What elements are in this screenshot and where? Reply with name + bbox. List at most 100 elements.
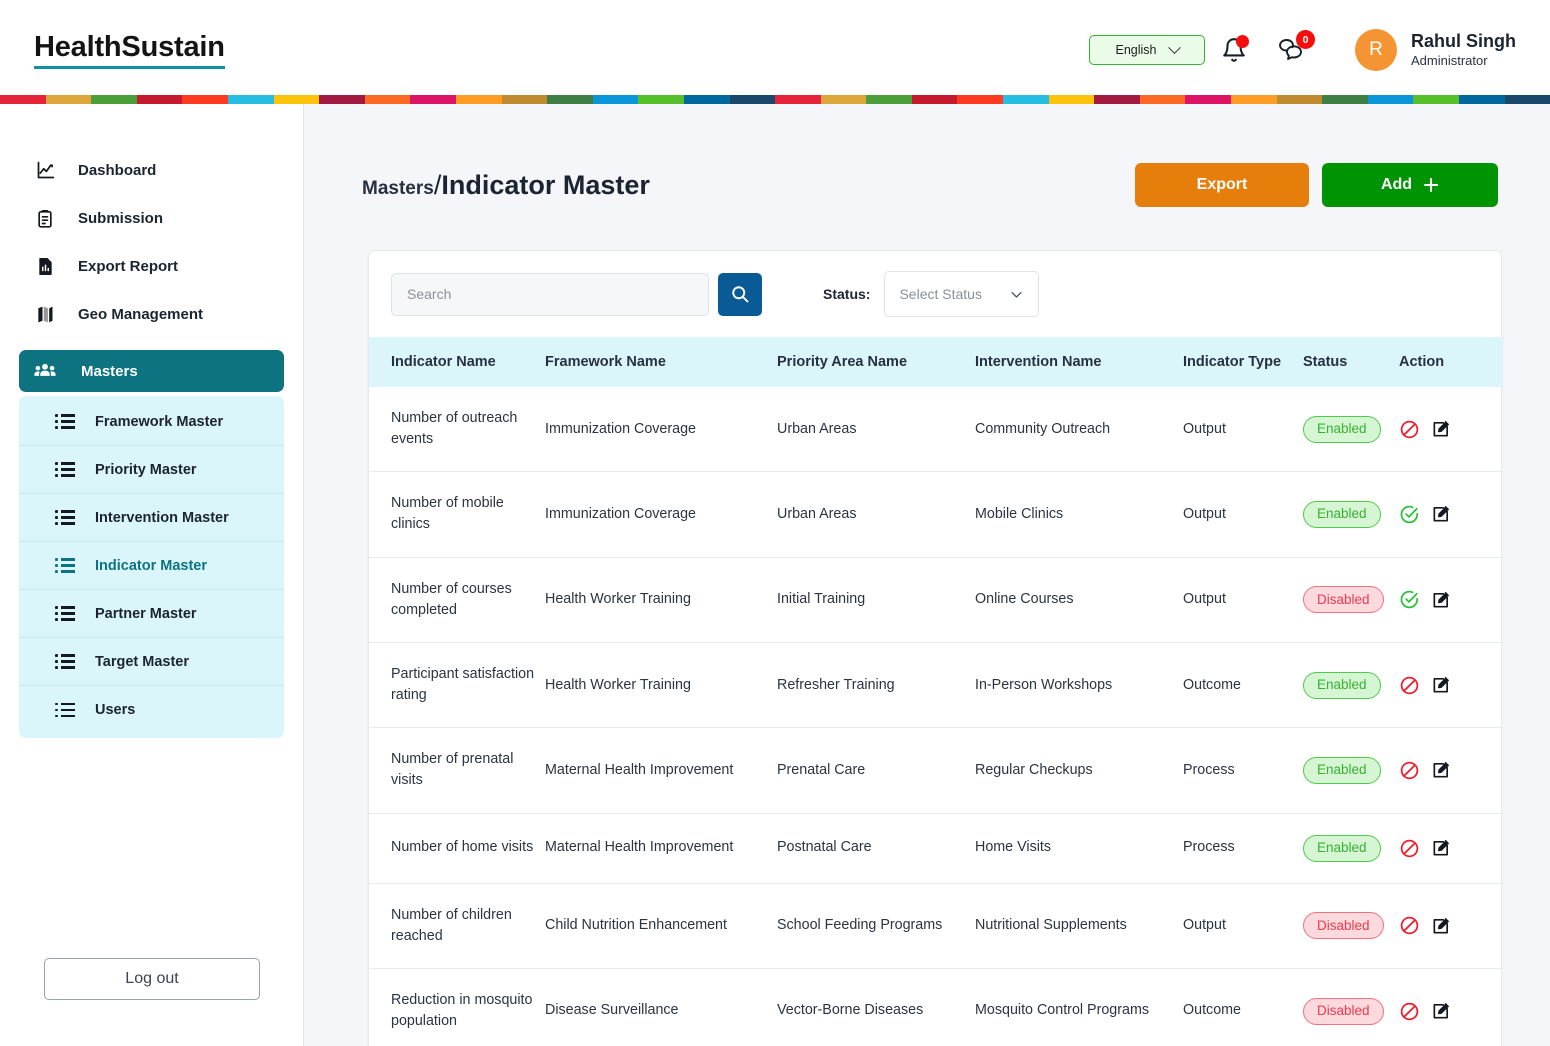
toggle-status-action[interactable]	[1399, 1001, 1420, 1022]
breadcrumb: Masters / Indicator Master	[362, 170, 650, 201]
messages-badge: 0	[1296, 30, 1315, 49]
logout-button[interactable]: Log out	[44, 958, 260, 1000]
edit-action[interactable]	[1431, 838, 1451, 858]
table-row: Number of prenatal visits Maternal Health…	[369, 727, 1503, 814]
toggle-status-action[interactable]	[1399, 760, 1420, 781]
notifications-button[interactable]	[1205, 24, 1263, 76]
edit-action[interactable]	[1431, 916, 1451, 936]
cell-indicator: Participant satisfaction rating	[369, 641, 545, 728]
column-header: Action	[1399, 337, 1503, 387]
cell-intervention: Regular Checkups	[975, 727, 1183, 814]
cell-action	[1399, 556, 1503, 643]
cell-priority: Prenatal Care	[777, 727, 975, 814]
sidebar-item-label: Export Report	[78, 257, 179, 275]
column-header: Status	[1303, 337, 1399, 387]
sidebar-item-label: Dashboard	[78, 161, 157, 179]
toggle-status-action[interactable]	[1399, 504, 1420, 525]
sidebar-subitem-partner-master[interactable]: Partner Master	[19, 590, 284, 638]
cell-framework: Immunization Coverage	[545, 471, 777, 558]
column-header: Indicator Type	[1183, 337, 1303, 387]
user-info[interactable]: Rahul Singh Administrator	[1411, 30, 1516, 69]
sidebar-item-label: Geo Management	[78, 305, 204, 323]
search-input[interactable]	[391, 272, 709, 316]
edit-action[interactable]	[1431, 419, 1451, 439]
column-header: Priority Area Name	[777, 337, 975, 387]
toggle-status-action[interactable]	[1399, 589, 1420, 610]
report-bars-icon	[34, 256, 56, 277]
toggle-status-action[interactable]	[1399, 419, 1420, 440]
sidebar-subitem-intervention-master[interactable]: Intervention Master	[19, 494, 284, 542]
toggle-status-action[interactable]	[1399, 838, 1420, 859]
cell-priority: Refresher Training	[777, 641, 975, 728]
cell-action	[1399, 812, 1503, 884]
cell-indicator: Number of home visits	[369, 812, 545, 884]
sidebar-subitem-target-master[interactable]: Target Master	[19, 638, 284, 686]
avatar[interactable]: R	[1355, 29, 1397, 71]
language-selector[interactable]: English	[1089, 35, 1205, 65]
export-button-label: Export	[1196, 176, 1248, 193]
sidebar-subitem-framework-master[interactable]: Framework Master	[19, 398, 284, 446]
sdg-stripe-segment	[1048, 95, 1095, 104]
sidebar-subitem-priority-master[interactable]: Priority Master	[19, 446, 284, 494]
filter-bar: Status: Select Status	[369, 251, 1501, 337]
sidebar-item-export-report[interactable]: Export Report	[0, 242, 303, 290]
row-actions	[1399, 915, 1503, 936]
sidebar: Dashboard Submission Export Report Geo M…	[0, 104, 304, 1046]
row-actions	[1399, 760, 1503, 781]
sdg-stripe-segment	[1231, 95, 1277, 104]
edit-action[interactable]	[1431, 1001, 1451, 1021]
edit-action[interactable]	[1431, 504, 1451, 524]
list-lines-icon	[55, 510, 75, 525]
plus-icon	[1423, 177, 1439, 193]
edit-action[interactable]	[1431, 590, 1451, 610]
sdg-stripe-segment	[1094, 95, 1140, 104]
sdg-stripe-segment	[911, 95, 958, 104]
search-button[interactable]	[718, 272, 762, 316]
cell-action	[1399, 387, 1503, 472]
edit-action[interactable]	[1431, 675, 1451, 695]
row-actions	[1399, 838, 1503, 859]
cell-type: Process	[1183, 727, 1303, 814]
sidebar-item-submission[interactable]: Submission	[0, 194, 303, 242]
sidebar-subitem-users[interactable]: Users	[19, 686, 284, 734]
header-right-cluster: English 0 R Rahul Singh Administrator	[1089, 0, 1516, 100]
sidebar-item-geo-management[interactable]: Geo Management	[0, 290, 303, 338]
toggle-status-action[interactable]	[1399, 675, 1420, 696]
toggle-status-action[interactable]	[1399, 915, 1420, 936]
sidebar-subitem-label: Priority Master	[95, 461, 197, 478]
cell-status: Enabled	[1303, 387, 1399, 472]
edit-square-icon	[1433, 840, 1449, 856]
status-badge: Enabled	[1303, 500, 1381, 528]
sidebar-item-masters[interactable]: Masters	[19, 350, 284, 392]
status-filter-select[interactable]: Select Status	[884, 271, 1040, 317]
sidebar-subitem-indicator-master[interactable]: Indicator Master	[19, 542, 284, 590]
sdg-stripe-segment	[1504, 95, 1550, 104]
sdg-stripe-segment	[820, 95, 867, 104]
brand-logo[interactable]: HealthSustain	[34, 33, 225, 69]
sdg-stripe-segment	[683, 95, 730, 104]
sdg-color-stripe	[0, 95, 1550, 104]
export-button[interactable]: Export	[1135, 163, 1309, 207]
people-group-icon	[34, 361, 56, 381]
top-header: HealthSustain English 0 R Rahul Singh Ad…	[0, 0, 1550, 100]
breadcrumb-parent[interactable]: Masters	[362, 178, 434, 200]
sdg-stripe-segment	[729, 95, 776, 104]
status-badge: Disabled	[1303, 912, 1384, 940]
cell-intervention: Nutritional Supplements	[975, 882, 1183, 969]
cell-status: Disabled	[1303, 882, 1399, 969]
ban-icon	[1400, 916, 1419, 935]
edit-square-icon	[1433, 677, 1449, 693]
check-circle-icon	[1400, 505, 1419, 524]
cell-framework: Health Worker Training	[545, 641, 777, 728]
messages-button[interactable]: 0	[1263, 24, 1321, 76]
main-content: Masters / Indicator Master Export Add Se…	[304, 104, 1550, 1046]
sidebar-item-dashboard[interactable]: Dashboard	[0, 146, 303, 194]
user-name: Rahul Singh	[1411, 31, 1516, 52]
cell-indicator: Reduction in mosquito population	[369, 967, 545, 1046]
status-filter-value: Select Status	[899, 286, 982, 302]
cell-indicator: Number of children reached	[369, 882, 545, 969]
edit-action[interactable]	[1431, 760, 1451, 780]
cell-framework: Immunization Coverage	[545, 420, 696, 437]
edit-square-icon	[1433, 421, 1449, 437]
add-button[interactable]: Add	[1322, 163, 1498, 207]
